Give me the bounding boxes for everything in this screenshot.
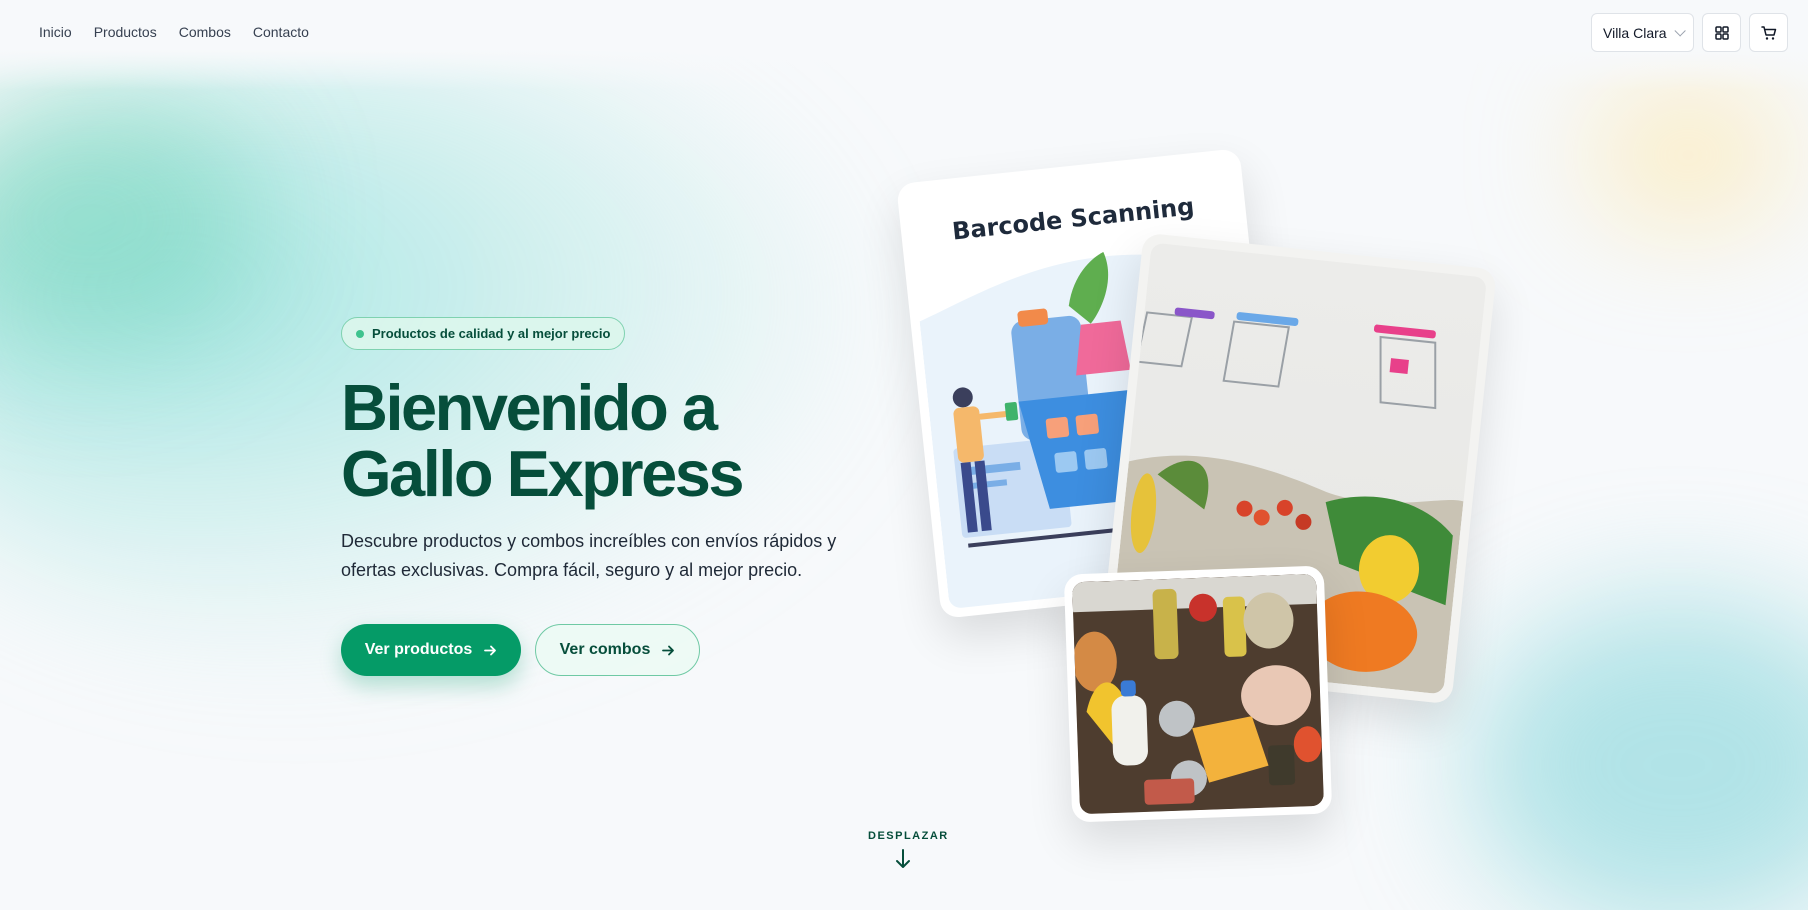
- region-select[interactable]: Villa Clara: [1591, 13, 1694, 52]
- categories-button[interactable]: [1702, 13, 1741, 52]
- groceries-photo: [1072, 573, 1324, 815]
- hero-section: Productos de calidad y al mejor precio B…: [341, 317, 881, 676]
- hero-subtitle: Descubre productos y combos increíbles c…: [341, 531, 837, 580]
- chevron-down-icon: [1674, 24, 1686, 37]
- arrow-down-icon: [896, 849, 910, 868]
- page-title: Bienvenido a Gallo Express: [341, 371, 745, 510]
- nav-link-contacto[interactable]: Contacto: [253, 24, 309, 40]
- top-navigation: Inicio Productos Combos Contacto Villa C…: [0, 0, 1808, 66]
- nav-link-combos[interactable]: Combos: [179, 24, 231, 40]
- hero-background: [0, 0, 1808, 910]
- status-dot-icon: [356, 329, 364, 338]
- view-products-button[interactable]: Ver productos: [341, 624, 521, 676]
- view-combos-button[interactable]: Ver combos: [535, 624, 700, 676]
- nav-link-productos[interactable]: Productos: [94, 24, 157, 40]
- nav-actions: Villa Clara: [1591, 13, 1788, 52]
- hero-actions: Ver productos Ver combos: [341, 624, 881, 676]
- grid-icon: [1714, 25, 1729, 40]
- badge-text: Productos de calidad y al mejor precio: [372, 326, 611, 341]
- view-combos-label: Ver combos: [559, 641, 651, 658]
- region-select-value: Villa Clara: [1603, 24, 1667, 41]
- groceries-image: [1063, 565, 1333, 823]
- arrow-right-icon: [484, 645, 497, 655]
- scroll-hint[interactable]: DESPLAZAR: [868, 830, 949, 875]
- scroll-hint-label: DESPLAZAR: [868, 830, 949, 842]
- quality-badge: Productos de calidad y al mejor precio: [341, 317, 626, 350]
- nav-link-inicio[interactable]: Inicio: [39, 24, 72, 40]
- cart-button[interactable]: [1749, 13, 1788, 52]
- arrow-right-icon: [662, 645, 675, 655]
- view-products-label: Ver productos: [364, 641, 473, 658]
- main-nav: Inicio Productos Combos Contacto: [39, 24, 309, 40]
- cart-icon: [1760, 25, 1776, 40]
